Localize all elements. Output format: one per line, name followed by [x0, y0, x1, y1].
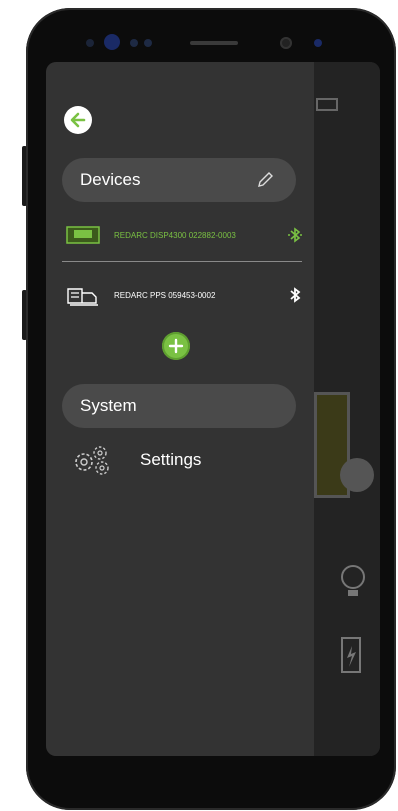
device-divider: [62, 261, 302, 262]
pencil-icon[interactable]: [256, 171, 274, 189]
sensor-dot: [144, 39, 152, 47]
arrow-left-icon: [70, 112, 86, 128]
device-item-disp4300[interactable]: REDARC DISP4300 022882-0003: [66, 222, 302, 248]
power-pack-icon: [67, 288, 98, 306]
system-section-header: System: [62, 384, 296, 428]
water-drop-icon: [340, 458, 374, 492]
bluetooth-icon: [288, 227, 302, 243]
settings-label: Settings: [140, 450, 202, 469]
battery-charge-icon: [341, 637, 361, 673]
bluetooth-icon: [290, 287, 301, 303]
devices-header-label: Devices: [80, 170, 141, 189]
device-name: REDARC PPS 059453-0002: [114, 290, 216, 300]
devices-section-header: Devices: [62, 158, 296, 202]
monitor-icon: [316, 98, 338, 111]
back-button[interactable]: [64, 106, 92, 134]
system-header-label: System: [80, 396, 137, 415]
speaker-grille: [190, 41, 238, 45]
plus-icon: [168, 338, 184, 354]
navigation-drawer: Devices REDARC DISP4300 022882-0003 REDA…: [46, 62, 314, 756]
sensor-dot: [314, 39, 322, 47]
settings-menu-item[interactable]: Settings: [72, 444, 201, 476]
device-name: REDARC DISP4300 022882-0003: [114, 230, 236, 240]
add-device-button[interactable]: [162, 332, 190, 360]
app-screen: Devices REDARC DISP4300 022882-0003 REDA…: [46, 62, 380, 756]
display-device-icon: [66, 226, 100, 244]
sensor-dot: [130, 39, 138, 47]
gears-icon: [75, 446, 109, 475]
sensor-dot: [86, 39, 94, 47]
iris-sensor: [280, 37, 292, 49]
phone-sensor-bar: [86, 32, 376, 54]
device-item-pps[interactable]: REDARC PPS 059453-0002: [66, 282, 302, 308]
light-bulb-icon: [341, 565, 365, 596]
front-camera: [104, 34, 120, 50]
